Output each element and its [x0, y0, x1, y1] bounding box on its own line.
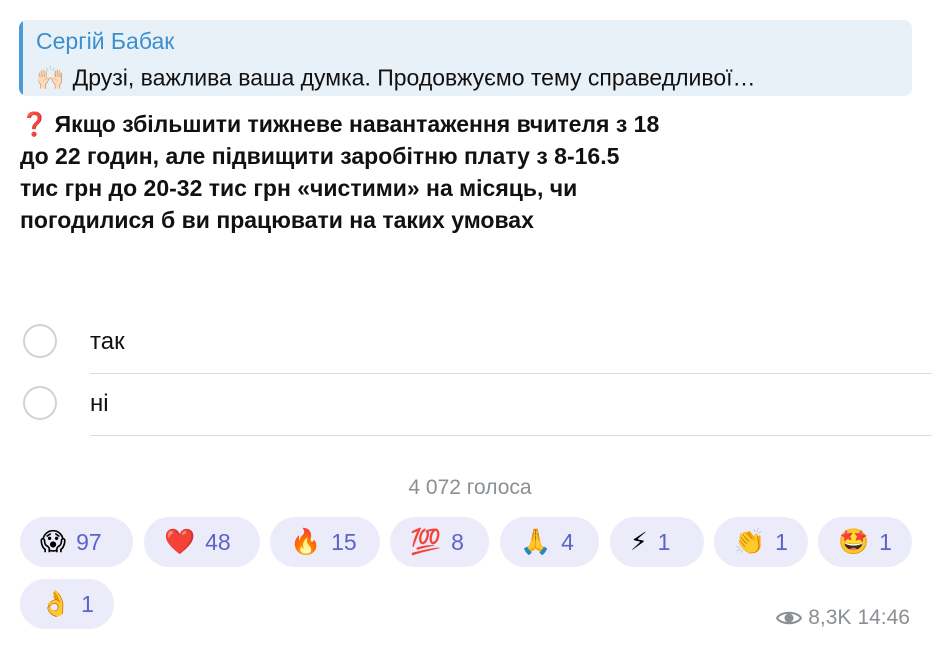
reaction-star-struck[interactable]: 🤩 1 [818, 517, 912, 567]
reaction-count: 1 [81, 590, 94, 617]
poll-vote-count: 4 072 голоса [408, 476, 532, 499]
reaction-count: 1 [879, 528, 892, 555]
reaction-clap[interactable]: 👏 1 [714, 517, 808, 567]
praying-hands-emoji-icon: 🙏 [520, 527, 552, 556]
reaction-fire[interactable]: 🔥 15 [270, 517, 380, 567]
fire-emoji-icon: 🔥 [290, 527, 322, 556]
message-time: 14:46 [857, 606, 910, 629]
reply-quote[interactable]: Сергій Бабак 🙌🏻 Друзі, важлива ваша думка… [19, 20, 912, 96]
reaction-count: 48 [205, 528, 231, 555]
message-meta: 8,3K 14:46 [776, 606, 910, 630]
reply-text-content: Друзі, важлива ваша думка. Продовжуємо т… [72, 64, 756, 91]
reaction-count: 8 [451, 528, 464, 555]
view-count: 8,3K [808, 606, 852, 629]
eye-icon [776, 611, 803, 625]
poll-option-label: ні [90, 390, 109, 417]
star-struck-emoji-icon: 🤩 [838, 527, 870, 556]
poll-question: ❓ Якщо збільшити тижневе навантаження вчи… [20, 108, 660, 236]
radio-button[interactable] [23, 386, 57, 420]
poll-option-ni[interactable]: ні [0, 374, 940, 436]
reaction-heart[interactable]: ❤️ 48 [144, 517, 260, 567]
reply-author: Сергій Бабак [36, 28, 175, 54]
raising-hands-icon: 🙌🏻 [36, 64, 65, 91]
reaction-scream[interactable]: 😱 97 [20, 517, 133, 567]
heart-emoji-icon: ❤️ [164, 527, 196, 556]
question-mark-icon: ❓ [20, 111, 49, 137]
reaction-count: 4 [561, 528, 574, 555]
reaction-ok-hand[interactable]: 👌 1 [20, 579, 114, 629]
reaction-pray[interactable]: 🙏 4 [500, 517, 599, 567]
hundred-emoji-icon: 💯 [410, 527, 442, 556]
reaction-count: 1 [775, 528, 788, 555]
reaction-count: 15 [331, 528, 357, 555]
reply-text: 🙌🏻 Друзі, важлива ваша думка. Продовжуємо… [36, 65, 906, 92]
lightning-emoji-icon: ⚡ [630, 527, 648, 556]
reaction-lightning[interactable]: ⚡ 1 [610, 517, 704, 567]
scream-emoji-icon: 😱 [40, 527, 67, 556]
reaction-hundred[interactable]: 💯 8 [390, 517, 489, 567]
divider [90, 435, 932, 436]
poll-option-tak[interactable]: так [0, 312, 940, 374]
poll-option-label: так [90, 328, 125, 355]
ok-hand-emoji-icon: 👌 [40, 589, 72, 618]
reaction-count: 1 [657, 528, 671, 555]
radio-button[interactable] [23, 324, 57, 358]
poll-question-text: Якщо збільшити тижневе навантаження вчит… [20, 111, 660, 233]
reaction-count: 97 [76, 528, 102, 555]
clapping-hands-emoji-icon: 👏 [734, 527, 766, 556]
